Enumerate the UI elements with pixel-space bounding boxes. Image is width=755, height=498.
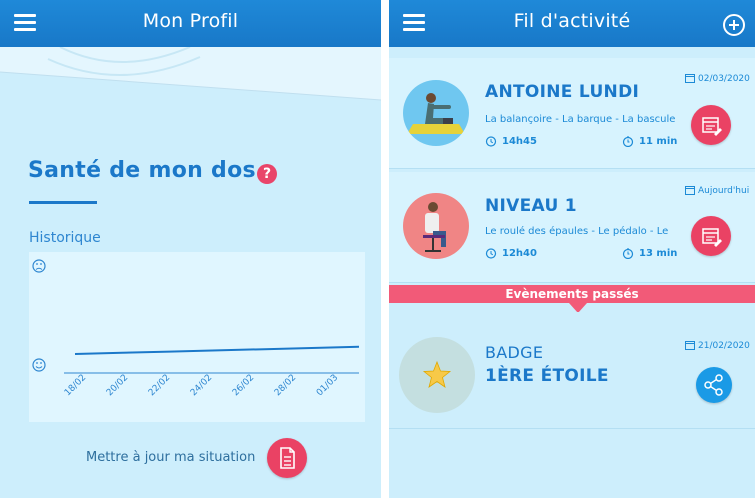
x-tick-label: 22/02 [147, 373, 172, 398]
star-icon [422, 360, 452, 388]
activity-date: Aujourd'hui [685, 185, 749, 196]
activity-time: 14h45 [485, 135, 537, 147]
calendar-icon [685, 341, 695, 350]
calendar-icon [685, 74, 695, 83]
stopwatch-icon [622, 136, 634, 147]
update-situation-button[interactable] [267, 438, 307, 478]
section-title: Santé de mon dos [28, 158, 256, 183]
alarm-clock-icon [485, 248, 497, 259]
series-line [74, 345, 360, 355]
divider [389, 428, 755, 429]
activity-date-value: 02/03/2020 [698, 74, 750, 84]
schedule-button[interactable] [691, 105, 731, 145]
activity-duration: 11 min [622, 135, 677, 147]
activity-description: Le roulé des épaules - Le pédalo - Le [485, 226, 669, 237]
activity-duration-value: 11 min [639, 136, 678, 147]
x-tick-label: 18/02 [63, 373, 88, 398]
x-tick-label: 28/02 [273, 373, 298, 398]
stopwatch-icon [622, 248, 634, 259]
profile-header: Mon Profil [0, 0, 381, 47]
activity-name: NIVEAU 1 [485, 196, 577, 216]
share-icon [704, 374, 723, 396]
alarm-clock-icon [485, 136, 497, 147]
add-icon[interactable] [723, 14, 745, 36]
past-events-banner: Evènements passés [389, 285, 755, 303]
exercise-avatar [403, 80, 469, 146]
calendar-edit-icon [702, 228, 722, 247]
title-underline [29, 201, 97, 204]
profile-header-title: Mon Profil [142, 10, 239, 32]
x-tick-label: 24/02 [189, 373, 214, 398]
x-tick-label: 20/02 [105, 373, 130, 398]
help-icon[interactable]: ? [257, 164, 277, 184]
divider [389, 282, 755, 283]
activity-time-value: 12h40 [502, 248, 537, 259]
document-icon [280, 447, 295, 469]
profile-screen: Mon Profil Santé de mon dos ? Historique [0, 0, 381, 498]
badge-date: 21/02/2020 [685, 340, 750, 351]
activity-time-value: 14h45 [502, 136, 537, 147]
sad-face-icon [32, 259, 46, 273]
badge-date-value: 21/02/2020 [698, 341, 750, 351]
share-button[interactable] [696, 367, 732, 403]
x-tick-label: 26/02 [231, 373, 256, 398]
exercise-avatar [403, 193, 469, 259]
history-label: Historique [29, 230, 101, 246]
activity-name: ANTOINE LUNDI [485, 82, 640, 102]
badge-name: 1ÈRE ÉTOILE [485, 366, 609, 386]
activity-time: 12h40 [485, 247, 537, 259]
feed-header-title: Fil d'activité [513, 10, 631, 32]
x-tick-label: 01/03 [315, 373, 340, 398]
feed-header: Fil d'activité [389, 0, 755, 47]
smile-face-icon [32, 358, 46, 372]
activity-date: 02/03/2020 [685, 73, 750, 84]
calendar-edit-icon [702, 117, 722, 136]
divider [389, 168, 755, 169]
update-situation-label[interactable]: Mettre à jour ma situation [86, 450, 255, 465]
history-chart: 18/02 20/02 22/02 24/02 26/02 28/02 01/03 [29, 252, 365, 422]
calendar-icon [685, 186, 695, 195]
activity-duration: 13 min [622, 247, 677, 259]
badge-label: BADGE [485, 343, 544, 362]
activity-duration-value: 13 min [639, 248, 678, 259]
activity-feed-screen: Fil d'activité ANTOINE LUNDI La balançoi… [389, 0, 755, 498]
badge-avatar [399, 337, 475, 413]
header-decoration [0, 47, 381, 101]
schedule-button[interactable] [691, 216, 731, 256]
activity-date-value: Aujourd'hui [698, 186, 750, 196]
history-chart-svg: 18/02 20/02 22/02 24/02 26/02 28/02 01/03 [32, 259, 360, 398]
activity-description: La balançoire - La barque - La bascule [485, 114, 676, 125]
